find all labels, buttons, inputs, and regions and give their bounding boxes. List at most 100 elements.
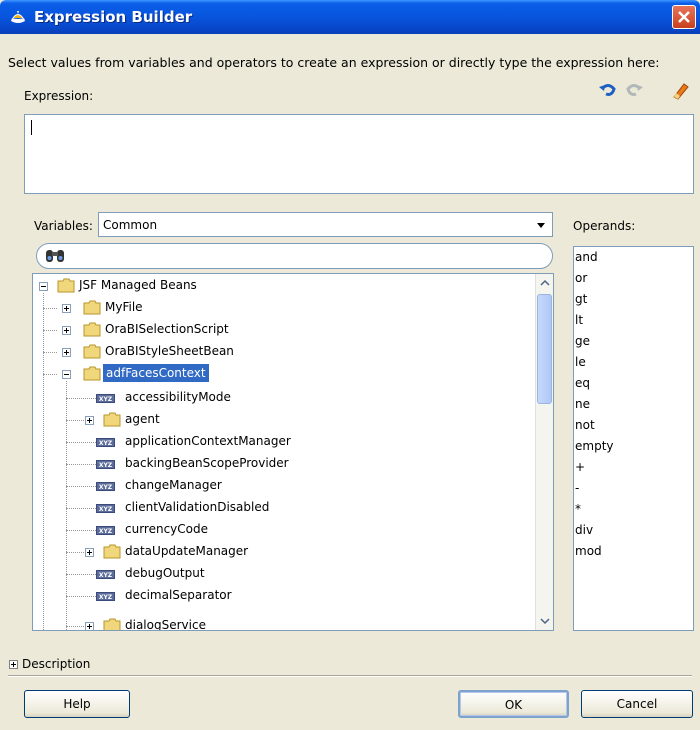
property-icon: XYZ <box>96 526 115 535</box>
folder-icon <box>57 278 75 293</box>
binoculars-icon <box>46 250 64 262</box>
tree-scrollbar[interactable] <box>535 274 553 630</box>
instruction-text: Select values from variables and operato… <box>8 55 660 70</box>
tree-row[interactable]: XYZ debugOutput <box>33 563 533 585</box>
tree-row[interactable]: MyFile <box>33 297 533 319</box>
eraser-icon[interactable] <box>670 80 690 100</box>
operand-item[interactable]: lt <box>575 313 583 327</box>
ok-button[interactable]: OK <box>458 690 569 718</box>
tree-row[interactable]: XYZ accessibilityMode <box>33 387 533 409</box>
scroll-down-icon[interactable] <box>538 614 552 628</box>
chevron-down-icon[interactable] <box>534 218 548 232</box>
tree-row[interactable]: XYZ backingBeanScopeProvider <box>33 453 533 475</box>
tree-item-label: debugOutput <box>125 566 205 580</box>
operand-item[interactable]: not <box>575 418 595 432</box>
tree-item-label: OraBIStyleSheetBean <box>105 344 234 358</box>
folder-icon <box>103 544 121 559</box>
help-button-label: Help <box>63 697 91 711</box>
close-button[interactable] <box>672 5 696 29</box>
expression-label: Expression: <box>24 89 94 103</box>
folder-icon <box>83 366 101 381</box>
tree-item-label: applicationContextManager <box>125 434 291 448</box>
help-button[interactable]: Help <box>24 690 130 718</box>
operand-item[interactable]: empty <box>575 439 614 453</box>
folder-icon <box>103 412 121 427</box>
expand-toggle[interactable] <box>62 304 71 313</box>
expand-toggle[interactable] <box>85 622 94 630</box>
tree-row[interactable]: JSF Managed Beans <box>33 275 533 297</box>
operand-item[interactable]: le <box>575 355 586 369</box>
operand-item[interactable]: ge <box>575 334 590 348</box>
operand-item[interactable]: or <box>575 271 587 285</box>
operand-item[interactable]: eq <box>575 376 590 390</box>
operand-item[interactable]: - <box>575 481 579 495</box>
tree-item-label: accessibilityMode <box>125 390 231 404</box>
cancel-button[interactable]: Cancel <box>581 690 693 718</box>
tree-item-label: dialogService <box>125 618 206 631</box>
property-icon: XYZ <box>96 482 115 491</box>
title-bar[interactable]: Expression Builder <box>0 0 700 34</box>
property-icon: XYZ <box>96 460 115 469</box>
folder-icon <box>83 322 101 337</box>
property-icon: XYZ <box>96 592 115 601</box>
tree-row[interactable]: OraBISelectionScript <box>33 319 533 341</box>
expression-input[interactable] <box>24 114 694 194</box>
tree-row[interactable]: agent <box>33 409 533 431</box>
expand-toggle[interactable] <box>62 348 71 357</box>
separator <box>8 675 692 677</box>
variables-dropdown[interactable]: Common <box>98 212 553 237</box>
tree-item-label: JSF Managed Beans <box>79 278 197 292</box>
collapse-toggle[interactable] <box>39 282 48 291</box>
tree-item-label: changeManager <box>125 478 222 492</box>
window-title: Expression Builder <box>34 8 193 26</box>
tree-row[interactable]: XYZ changeManager <box>33 475 533 497</box>
tree-row[interactable]: adfFacesContext <box>33 363 533 385</box>
redo-icon[interactable] <box>624 80 644 100</box>
tree-item-label: adfFacesContext <box>103 364 209 382</box>
operand-item[interactable]: div <box>575 523 593 537</box>
folder-icon <box>103 618 121 630</box>
tree-item-label: OraBISelectionScript <box>105 322 229 336</box>
operand-item[interactable]: + <box>575 460 585 474</box>
folder-icon <box>83 300 101 315</box>
tree-row[interactable]: OraBIStyleSheetBean <box>33 341 533 363</box>
tree-row[interactable]: dialogService <box>33 615 533 631</box>
description-expand-toggle[interactable] <box>9 660 18 669</box>
operand-item[interactable]: and <box>575 250 598 264</box>
tree-row[interactable]: XYZ decimalSeparator <box>33 585 533 607</box>
operand-item[interactable]: * <box>575 502 581 516</box>
text-caret <box>31 120 32 135</box>
tree-item-label: backingBeanScopeProvider <box>125 456 289 470</box>
folder-icon <box>83 344 101 359</box>
variables-label: Variables: <box>34 219 93 233</box>
tree-row[interactable]: dataUpdateManager <box>33 541 533 563</box>
operands-list[interactable]: and or gt lt ge le eq ne not empty + - *… <box>573 246 694 631</box>
tree-item-label: currencyCode <box>125 522 209 536</box>
property-icon: XYZ <box>96 570 115 579</box>
tree-item-label: MyFile <box>105 300 143 314</box>
variables-selected: Common <box>103 218 158 232</box>
ok-button-label: OK <box>504 698 523 712</box>
expand-toggle[interactable] <box>62 326 71 335</box>
undo-icon[interactable] <box>598 80 618 100</box>
cancel-button-label: Cancel <box>616 697 658 711</box>
tree-row[interactable]: XYZ clientValidationDisabled <box>33 497 533 519</box>
variable-search-input[interactable] <box>36 243 553 269</box>
property-icon: XYZ <box>96 438 115 447</box>
scroll-up-icon[interactable] <box>538 276 552 290</box>
expand-toggle[interactable] <box>85 416 94 425</box>
scroll-thumb[interactable] <box>537 294 552 404</box>
operand-item[interactable]: ne <box>575 397 590 411</box>
tree-item-label: decimalSeparator <box>125 588 232 602</box>
operand-item[interactable]: mod <box>575 544 602 558</box>
variables-tree[interactable]: JSF Managed Beans MyFile OraBISelectionS… <box>32 273 554 631</box>
expand-toggle[interactable] <box>85 548 94 557</box>
tree-row[interactable]: XYZ currencyCode <box>33 519 533 541</box>
description-label[interactable]: Description <box>22 657 90 671</box>
app-icon <box>11 11 25 23</box>
collapse-toggle[interactable] <box>62 370 71 379</box>
close-icon <box>678 11 690 23</box>
property-icon: XYZ <box>96 504 115 513</box>
operand-item[interactable]: gt <box>575 292 587 306</box>
tree-row[interactable]: XYZ applicationContextManager <box>33 431 533 453</box>
